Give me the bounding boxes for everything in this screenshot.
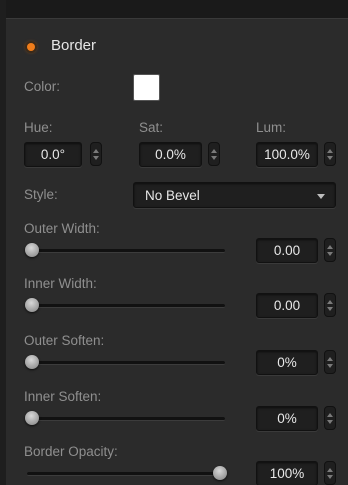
stepper-down-icon[interactable] bbox=[93, 155, 99, 160]
stepper-down-icon[interactable] bbox=[327, 363, 333, 368]
stepper-up-icon[interactable] bbox=[327, 467, 333, 472]
inner-soften-stepper[interactable] bbox=[324, 406, 336, 430]
inner-soften-field[interactable]: 0% bbox=[256, 406, 318, 431]
inner-soften-value: 0% bbox=[277, 411, 297, 426]
stepper-down-icon[interactable] bbox=[327, 474, 333, 479]
inner-soften-slider-track[interactable] bbox=[27, 417, 225, 421]
section-title: Border bbox=[51, 37, 97, 54]
stepper-up-icon[interactable] bbox=[327, 244, 333, 249]
border-opacity-label: Border Opacity: bbox=[24, 444, 118, 459]
stepper-up-icon[interactable] bbox=[327, 148, 333, 153]
inner-width-slider-handle[interactable] bbox=[25, 298, 39, 312]
outer-width-field[interactable]: 0.00 bbox=[256, 238, 318, 263]
stepper-up-icon[interactable] bbox=[93, 148, 99, 153]
stepper-down-icon[interactable] bbox=[327, 306, 333, 311]
lum-stepper[interactable] bbox=[324, 142, 336, 166]
chevron-down-icon bbox=[317, 194, 325, 199]
stepper-down-icon[interactable] bbox=[327, 419, 333, 424]
sat-stepper[interactable] bbox=[208, 142, 220, 166]
border-opacity-slider-track[interactable] bbox=[27, 472, 225, 476]
lum-label: Lum: bbox=[256, 120, 287, 135]
sat-field[interactable]: 0.0% bbox=[139, 142, 202, 167]
border-opacity-value: 100% bbox=[269, 466, 305, 481]
outer-soften-field[interactable]: 0% bbox=[256, 350, 318, 375]
inner-width-label: Inner Width: bbox=[24, 276, 97, 291]
style-dropdown[interactable]: No Bevel bbox=[133, 182, 336, 208]
outer-width-stepper[interactable] bbox=[324, 238, 336, 262]
color-label: Color: bbox=[24, 79, 61, 94]
style-value: No Bevel bbox=[145, 188, 200, 203]
hue-label: Hue: bbox=[24, 120, 53, 135]
border-opacity-stepper[interactable] bbox=[324, 461, 336, 485]
inner-soften-slider-handle[interactable] bbox=[25, 411, 39, 425]
outer-soften-value: 0% bbox=[277, 355, 297, 370]
inner-soften-label: Inner Soften: bbox=[24, 389, 102, 404]
color-swatch[interactable] bbox=[133, 74, 160, 101]
lum-field[interactable]: 100.0% bbox=[256, 142, 318, 167]
border-enable-radio[interactable] bbox=[27, 43, 35, 51]
hue-stepper[interactable] bbox=[90, 142, 102, 166]
outer-soften-slider-handle[interactable] bbox=[25, 355, 39, 369]
style-label: Style: bbox=[24, 187, 58, 202]
outer-soften-stepper[interactable] bbox=[324, 350, 336, 374]
outer-soften-slider-track[interactable] bbox=[27, 361, 225, 365]
inner-width-value: 0.00 bbox=[273, 298, 301, 313]
border-opacity-field[interactable]: 100% bbox=[256, 461, 318, 485]
inner-width-field[interactable]: 0.00 bbox=[256, 293, 318, 318]
stepper-down-icon[interactable] bbox=[327, 251, 333, 256]
stepper-up-icon[interactable] bbox=[211, 148, 217, 153]
sat-value: 0.0% bbox=[155, 147, 186, 162]
stepper-up-icon[interactable] bbox=[327, 299, 333, 304]
inner-width-slider-track[interactable] bbox=[27, 304, 225, 308]
border-panel: Border Color: Hue: Sat: Lum: 0.0° 0.0% 1… bbox=[0, 0, 348, 485]
outer-width-label: Outer Width: bbox=[24, 221, 100, 236]
lum-value: 100.0% bbox=[264, 147, 310, 162]
stepper-up-icon[interactable] bbox=[327, 412, 333, 417]
hue-field[interactable]: 0.0° bbox=[24, 142, 82, 167]
stepper-down-icon[interactable] bbox=[327, 155, 333, 160]
stepper-up-icon[interactable] bbox=[327, 356, 333, 361]
border-opacity-slider-handle[interactable] bbox=[213, 466, 227, 480]
hue-value: 0.0° bbox=[40, 147, 66, 162]
outer-soften-label: Outer Soften: bbox=[24, 333, 105, 348]
stepper-down-icon[interactable] bbox=[211, 155, 217, 160]
sat-label: Sat: bbox=[139, 120, 164, 135]
outer-width-slider-track[interactable] bbox=[27, 249, 225, 253]
panel-top-bar bbox=[6, 0, 348, 19]
outer-width-value: 0.00 bbox=[273, 243, 301, 258]
inner-width-stepper[interactable] bbox=[324, 293, 336, 317]
outer-width-slider-handle[interactable] bbox=[25, 243, 39, 257]
